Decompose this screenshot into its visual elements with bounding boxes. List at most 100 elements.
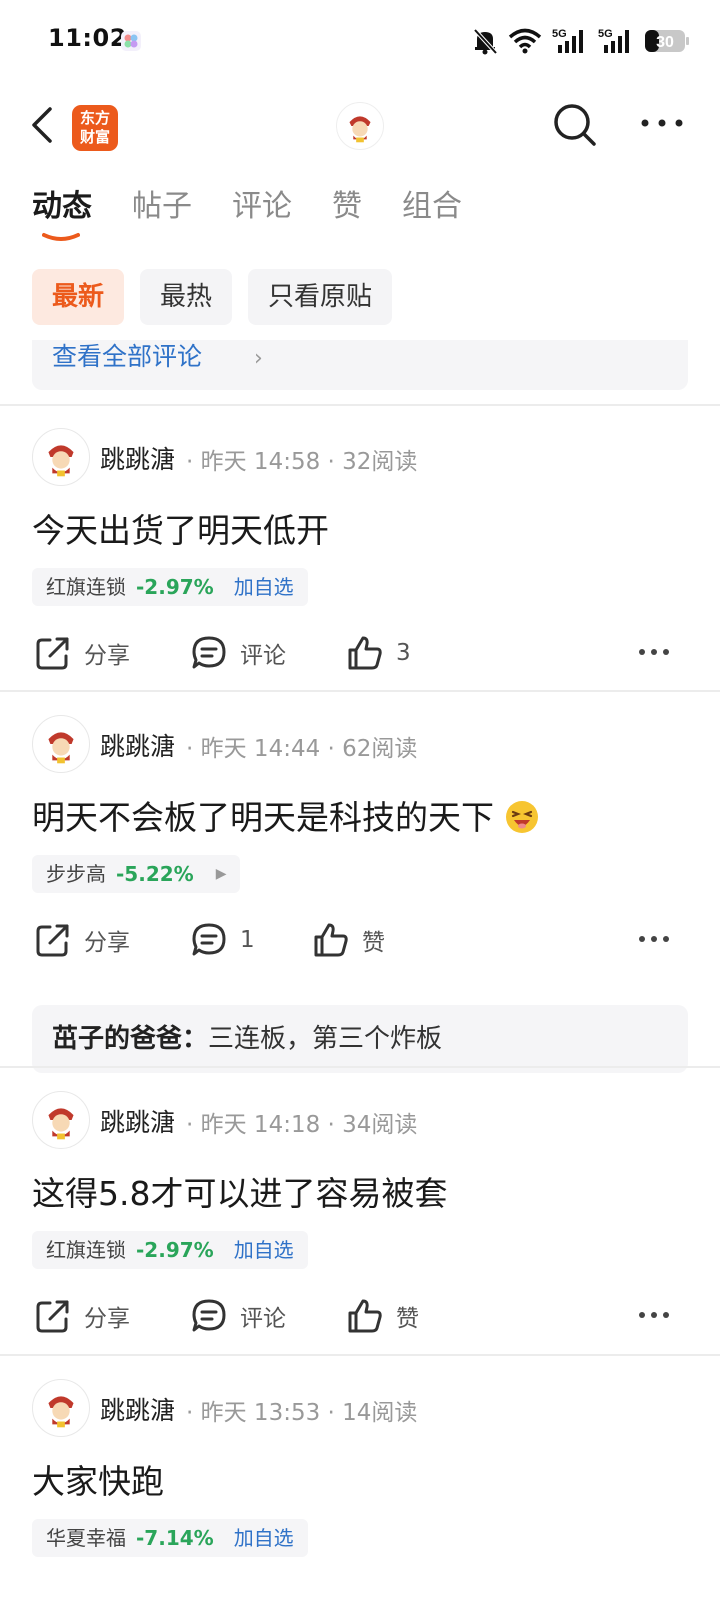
post-actions: 分享 1 赞 (0, 917, 720, 963)
author-avatar[interactable] (32, 1379, 90, 1437)
author-name[interactable]: 跳跳溏 (100, 1103, 175, 1139)
tab-portfolio[interactable]: 组合 (402, 186, 462, 246)
post-content[interactable]: 明天不会板了明天是科技的天下 (32, 791, 539, 839)
comment-button[interactable]: 评论 (190, 630, 286, 676)
comment-label: 评论 (240, 1306, 286, 1332)
thumbs-up-icon (314, 923, 348, 957)
profile-tabs: 动态 帖子 评论 赞 组合 (32, 186, 462, 246)
more-options-icon[interactable] (640, 116, 684, 130)
like-button[interactable]: 赞 (346, 1293, 419, 1339)
author-name[interactable]: 跳跳溏 (100, 727, 175, 763)
reply-author[interactable]: 茁子的爸爸： (52, 1024, 208, 1054)
user-avatar[interactable] (336, 102, 384, 150)
comment-icon (192, 923, 226, 956)
share-button[interactable]: 分享 (34, 1293, 130, 1339)
comment-button[interactable]: 评论 (190, 1293, 286, 1339)
comment-button[interactable]: 1 (190, 917, 255, 963)
top-nav: 东方 财富 (0, 90, 720, 160)
stock-tag[interactable]: 华夏幸福 -7.14% 加自选 (32, 1519, 308, 1557)
stock-change: -5.22% (116, 862, 194, 886)
stock-tag[interactable]: 红旗连锁 -2.97% 加自选 (32, 1231, 308, 1269)
share-icon (36, 924, 69, 957)
divider (0, 404, 720, 406)
filter-original-only[interactable]: 只看原贴 (248, 269, 393, 325)
divider (0, 1066, 720, 1068)
status-bar: 11:02 5G 5G 30 (0, 0, 720, 80)
divider (0, 1354, 720, 1356)
post-meta: · 昨天 13:53 · 14阅读 (186, 1400, 418, 1426)
comment-icon (192, 636, 226, 669)
thumbs-up-icon (348, 636, 382, 670)
add-watchlist-button[interactable]: 加自选 (234, 1519, 294, 1557)
share-button[interactable]: 分享 (34, 917, 130, 963)
author-name[interactable]: 跳跳溏 (100, 1391, 175, 1427)
post-meta: · 昨天 14:18 · 34阅读 (186, 1112, 418, 1138)
tab-comments[interactable]: 评论 (232, 186, 292, 246)
author-avatar[interactable] (32, 1091, 90, 1149)
mute-bell-icon (473, 28, 498, 55)
battery-level: 30 (656, 34, 674, 51)
post-content[interactable]: 今天出货了明天低开 (32, 504, 329, 552)
add-watchlist-button[interactable]: 加自选 (234, 568, 294, 606)
network-label-1: 5G (552, 28, 567, 40)
divider (0, 690, 720, 692)
post-content[interactable]: 大家快跑 (32, 1455, 164, 1503)
tab-posts[interactable]: 帖子 (132, 186, 192, 246)
share-icon (36, 637, 69, 670)
tab-likes[interactable]: 赞 (332, 186, 362, 246)
share-label: 分享 (84, 930, 130, 956)
play-triangle-icon: ▶ (215, 866, 227, 882)
signal-5g-icon: 5G (552, 28, 583, 53)
stock-change: -7.14% (136, 1526, 214, 1550)
post-content[interactable]: 这得5.8才可以进了容易被套 (32, 1167, 447, 1215)
author-name[interactable]: 跳跳溏 (100, 440, 175, 476)
stock-change: -2.97% (136, 575, 214, 599)
tab-activity-label: 动态 (32, 189, 92, 224)
stock-tag[interactable]: 步步高 -5.22% ▶ (32, 855, 241, 893)
author-avatar[interactable] (32, 428, 90, 486)
chevron-right-icon: › (254, 346, 263, 371)
post-meta: · 昨天 14:44 · 62阅读 (186, 736, 418, 762)
filter-hottest[interactable]: 最热 (140, 269, 233, 325)
battery-icon: 30 (645, 30, 689, 52)
share-label: 分享 (84, 643, 130, 669)
laughing-emoji-icon (505, 801, 538, 833)
stock-name: 华夏幸福 (46, 1526, 126, 1550)
view-all-comments-link[interactable]: 查看全部评论 (52, 340, 202, 374)
like-count: 3 (396, 640, 411, 666)
filter-latest[interactable]: 最新 (32, 269, 125, 325)
status-time: 11:02 (48, 24, 127, 52)
post-more-icon[interactable] (638, 1309, 670, 1321)
comment-icon (192, 1299, 226, 1332)
post-more-icon[interactable] (638, 646, 670, 658)
add-watchlist-button[interactable]: 加自选 (234, 1231, 294, 1269)
app-logo[interactable]: 东方 财富 (72, 105, 118, 151)
back-arrow-icon[interactable] (28, 104, 58, 146)
logo-line-1: 东方 (79, 109, 110, 127)
tab-activity[interactable]: 动态 (32, 186, 92, 246)
stock-name: 红旗连锁 (46, 1238, 126, 1262)
view-all-comments-card[interactable]: 查看全部评论 › (32, 340, 688, 390)
signal-5g-icon-2: 5G (598, 28, 629, 53)
like-button[interactable]: 赞 (312, 917, 385, 963)
stock-name: 步步高 (46, 862, 106, 886)
like-label: 赞 (396, 1306, 419, 1332)
stock-name: 红旗连锁 (46, 575, 126, 599)
reply-preview[interactable]: 茁子的爸爸：三连板，第三个炸板 (32, 1005, 688, 1073)
share-label: 分享 (84, 1306, 130, 1332)
network-label-2: 5G (598, 28, 613, 40)
thumbs-up-icon (348, 1299, 382, 1333)
share-icon (36, 1300, 69, 1333)
post-actions: 分享 评论 赞 (0, 1293, 720, 1339)
author-avatar[interactable] (32, 715, 90, 773)
reply-text: 三连板，第三个炸板 (208, 1024, 443, 1054)
like-button[interactable]: 3 (346, 630, 411, 676)
wifi-icon (508, 28, 542, 54)
post-meta: · 昨天 14:58 · 32阅读 (186, 449, 418, 475)
stock-change: -2.97% (136, 1238, 214, 1262)
share-button[interactable]: 分享 (34, 630, 130, 676)
search-icon[interactable] (552, 102, 598, 148)
post-actions: 分享 评论 3 (0, 630, 720, 676)
post-more-icon[interactable] (638, 933, 670, 945)
stock-tag[interactable]: 红旗连锁 -2.97% 加自选 (32, 568, 308, 606)
